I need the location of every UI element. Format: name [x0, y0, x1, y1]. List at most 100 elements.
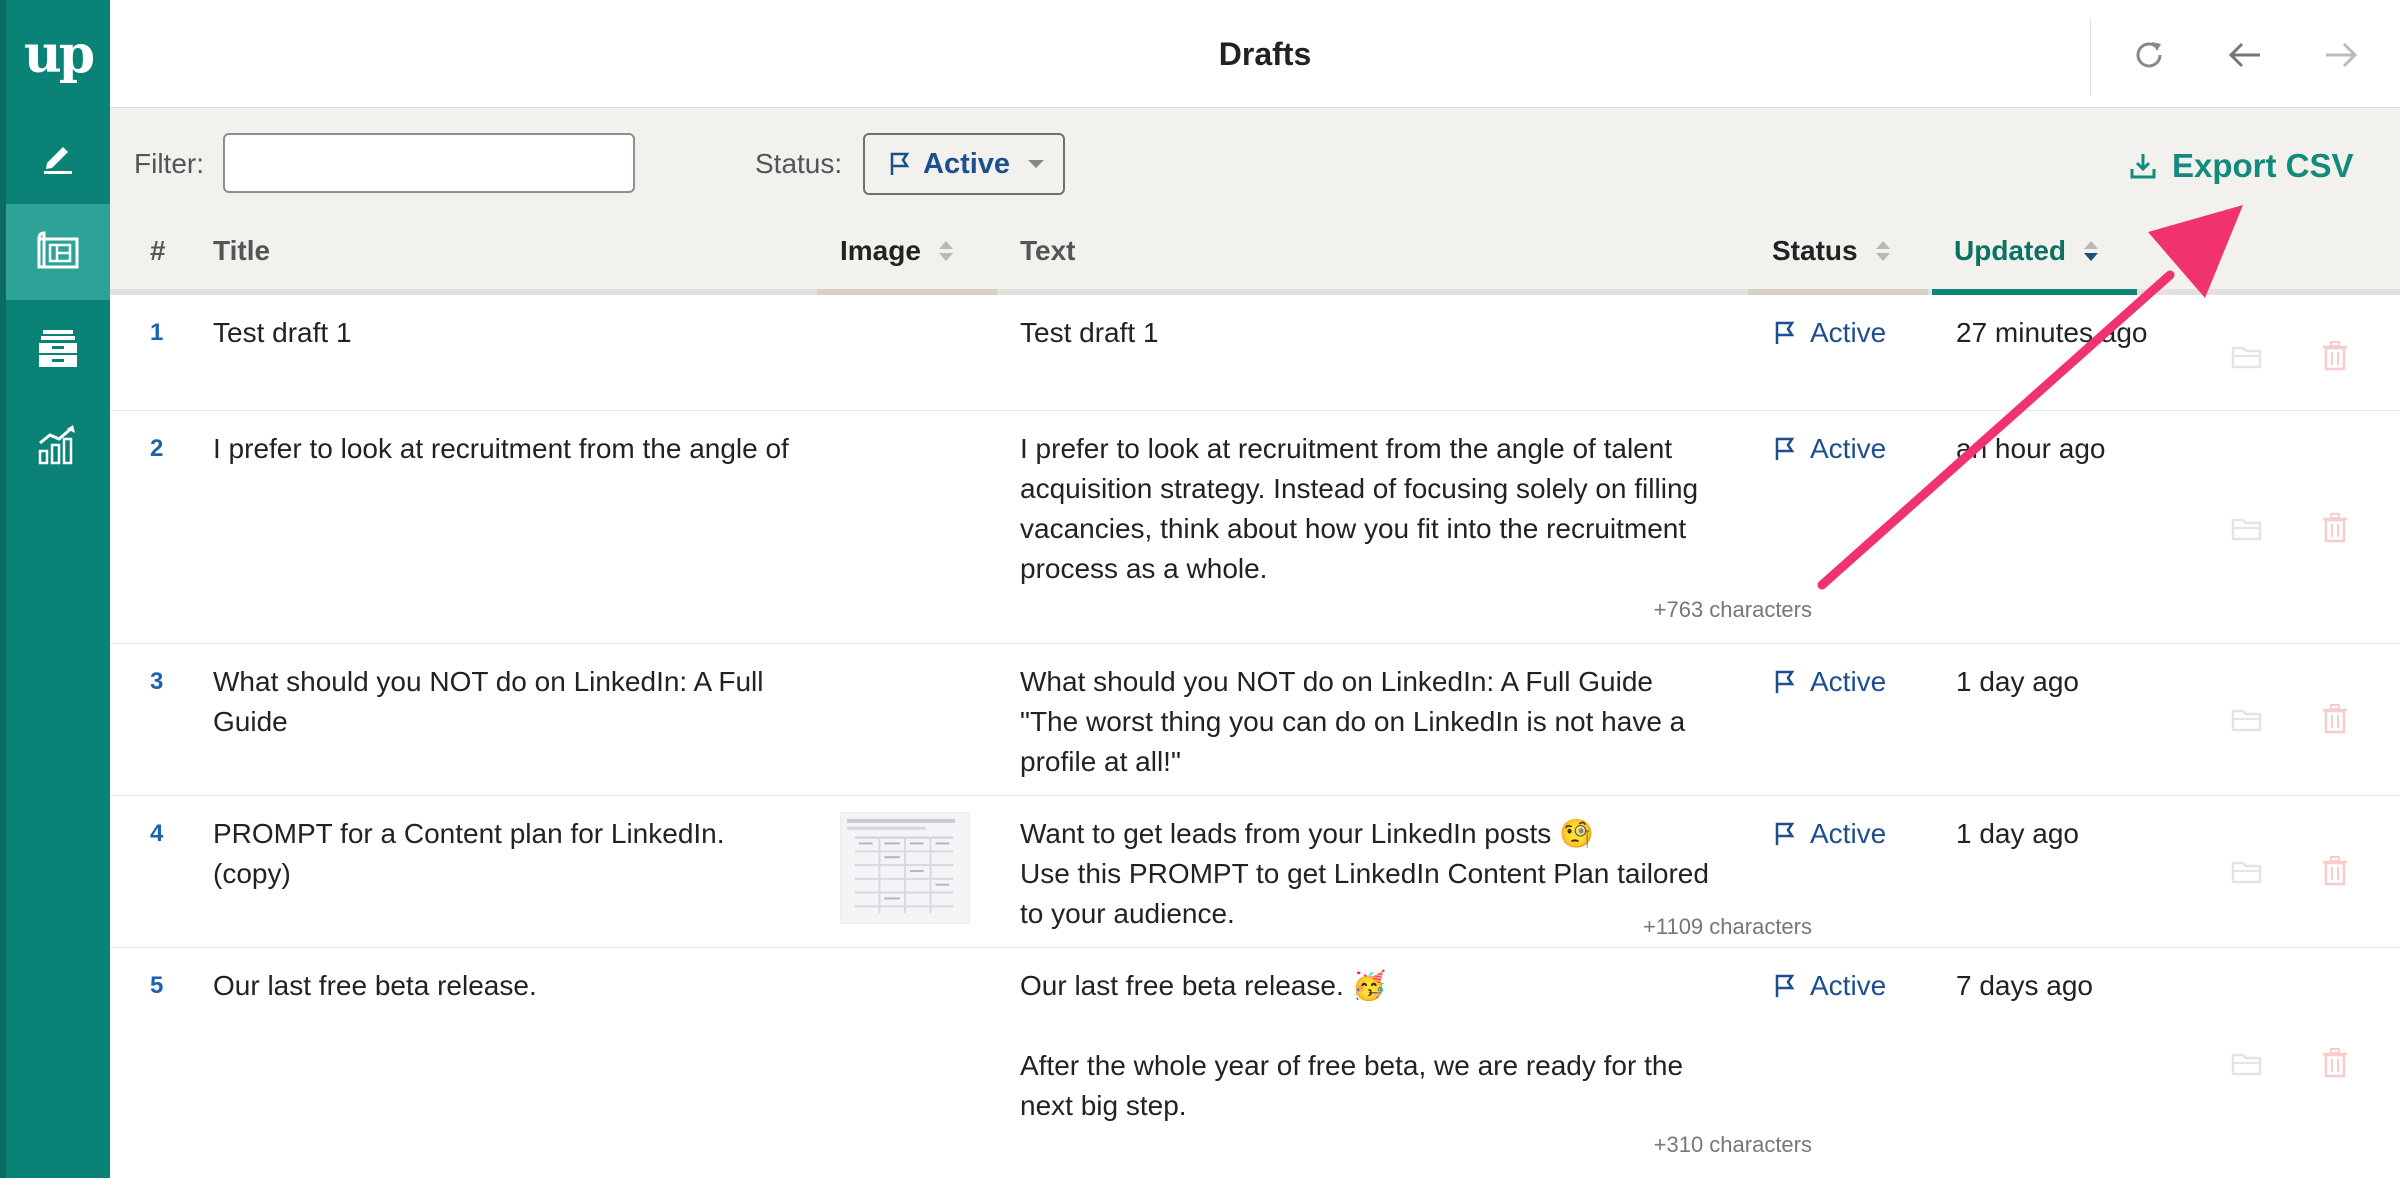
row-text: Test draft 1	[1020, 317, 1159, 348]
row-text: I prefer to look at recruitment from the…	[1020, 433, 1706, 584]
row-updated: 1 day ago	[1956, 666, 2079, 697]
row-status[interactable]: Active	[1772, 662, 1886, 702]
row-status-label: Active	[1810, 666, 1887, 697]
archive-folder-icon[interactable]	[2230, 339, 2264, 373]
column-header-image[interactable]: Image	[840, 213, 953, 289]
row-title[interactable]: What should you NOT do on LinkedIn: A Fu…	[213, 662, 803, 742]
archive-folder-icon[interactable]	[2230, 702, 2264, 736]
row-updated: 7 days ago	[1956, 970, 2093, 1001]
trash-icon[interactable]	[2318, 1046, 2352, 1080]
archive-folder-icon[interactable]	[2230, 854, 2264, 888]
row-title[interactable]: PROMPT for a Content plan for LinkedIn. …	[213, 814, 803, 894]
trash-icon[interactable]	[2318, 854, 2352, 888]
archive-folder-icon[interactable]	[2230, 511, 2264, 545]
app-logo[interactable]: up	[6, 0, 110, 108]
sidebar-item-analytics[interactable]	[6, 396, 110, 492]
status-select-value: Active	[923, 147, 1011, 180]
row-title[interactable]: I prefer to look at recruitment from the…	[213, 429, 803, 469]
column-text-label: Text	[1020, 235, 1076, 266]
column-updated-label: Updated	[1954, 235, 2066, 266]
table-row[interactable]: 5 Our last free beta release. Our last f…	[110, 948, 2400, 1178]
sort-icon	[1875, 241, 1890, 261]
export-csv-label: Export CSV	[2172, 147, 2354, 184]
refresh-button[interactable]	[2122, 28, 2176, 82]
flag-icon	[1775, 321, 1795, 344]
flag-icon	[1775, 670, 1795, 693]
forward-arrow-icon	[2326, 42, 2358, 68]
row-status[interactable]: Active	[1772, 966, 1886, 1006]
page-title: Drafts	[1218, 35, 1312, 72]
flag-icon	[890, 152, 910, 175]
sidebar-item-archive[interactable]	[6, 300, 110, 396]
row-status-label: Active	[1810, 317, 1887, 348]
row-updated: 1 day ago	[1956, 818, 2079, 849]
row-number: 5	[150, 972, 164, 999]
app-window: up Drafts Filter: Status: Active Export …	[0, 0, 2400, 1178]
draft-image-thumbnail[interactable]	[840, 812, 970, 924]
trash-icon[interactable]	[2318, 702, 2352, 736]
pen-icon	[44, 147, 72, 174]
row-text: What should you NOT do on LinkedIn: A Fu…	[1020, 666, 1686, 777]
sort-icon	[938, 241, 953, 261]
row-updated: 27 minutes ago	[1956, 317, 2148, 348]
status-label: Status:	[755, 148, 843, 179]
sidebar-item-editor[interactable]	[6, 108, 110, 204]
row-title[interactable]: Our last free beta release.	[213, 966, 803, 1006]
column-header-updated[interactable]: Updated	[1954, 213, 2098, 289]
sidebar: up	[0, 0, 110, 1178]
trash-icon[interactable]	[2318, 511, 2352, 545]
table-row[interactable]: 1 Test draft 1 Test draft 1 Active 27 mi…	[110, 295, 2400, 411]
filter-input[interactable]	[223, 133, 635, 193]
row-number: 1	[150, 319, 164, 346]
row-status[interactable]: Active	[1772, 429, 1886, 469]
row-more-characters: +310 characters	[1653, 1132, 1812, 1157]
refresh-icon	[2136, 42, 2162, 68]
row-status[interactable]: Active	[1772, 814, 1886, 854]
logo-text: up	[23, 23, 95, 85]
chart-icon	[38, 425, 75, 465]
row-text: Our last free beta release. 🥳 After the …	[1020, 970, 1684, 1121]
flag-icon	[1775, 437, 1795, 460]
status-select[interactable]: Active	[863, 133, 1065, 195]
sort-desc-icon	[2084, 241, 2098, 261]
filter-label: Filter:	[134, 148, 204, 179]
column-header-title[interactable]: Title	[213, 213, 270, 289]
archive-folder-icon[interactable]	[2230, 1046, 2264, 1080]
download-icon	[2130, 154, 2156, 179]
row-updated: an hour ago	[1956, 433, 2106, 464]
column-header-status[interactable]: Status	[1772, 213, 1890, 289]
header-bar: Drafts	[110, 0, 2400, 108]
row-more-characters: +763 characters	[1653, 597, 1812, 622]
table-row[interactable]: 2 I prefer to look at recruitment from t…	[110, 411, 2400, 644]
archive-drawer-icon	[39, 330, 77, 367]
flag-icon	[1775, 974, 1795, 997]
sidebar-item-drafts[interactable]	[6, 204, 110, 300]
column-header-text[interactable]: Text	[1020, 213, 1076, 289]
filter-toolbar: Filter: Status: Active Export CSV	[110, 108, 2400, 213]
column-header-num: #	[150, 235, 166, 266]
flag-icon	[1775, 822, 1795, 845]
row-status-label: Active	[1810, 818, 1887, 849]
chevron-down-icon	[1028, 160, 1045, 168]
row-status-label: Active	[1810, 970, 1887, 1001]
table-row[interactable]: 3 What should you NOT do on LinkedIn: A …	[110, 644, 2400, 796]
table-header: # Title Image Text Status Updated	[110, 213, 2400, 295]
header-divider	[2090, 18, 2091, 96]
column-status-label: Status	[1772, 235, 1858, 266]
row-number: 2	[150, 435, 164, 462]
column-image-label: Image	[840, 235, 921, 266]
export-csv-button[interactable]: Export CSV	[2128, 144, 2354, 188]
table-row[interactable]: 4 PROMPT for a Content plan for LinkedIn…	[110, 796, 2400, 948]
forward-button[interactable]	[2314, 28, 2368, 82]
column-title-label: Title	[213, 235, 271, 266]
row-number: 3	[150, 668, 164, 695]
row-title[interactable]: Test draft 1	[213, 313, 803, 353]
row-status-label: Active	[1810, 433, 1887, 464]
row-status[interactable]: Active	[1772, 313, 1886, 353]
thumbnail-table-icon	[847, 818, 956, 914]
blueprint-icon	[37, 231, 79, 269]
row-number: 4	[150, 820, 164, 847]
back-button[interactable]	[2218, 28, 2272, 82]
row-more-characters: +1109 characters	[1643, 914, 1812, 939]
trash-icon[interactable]	[2318, 339, 2352, 373]
